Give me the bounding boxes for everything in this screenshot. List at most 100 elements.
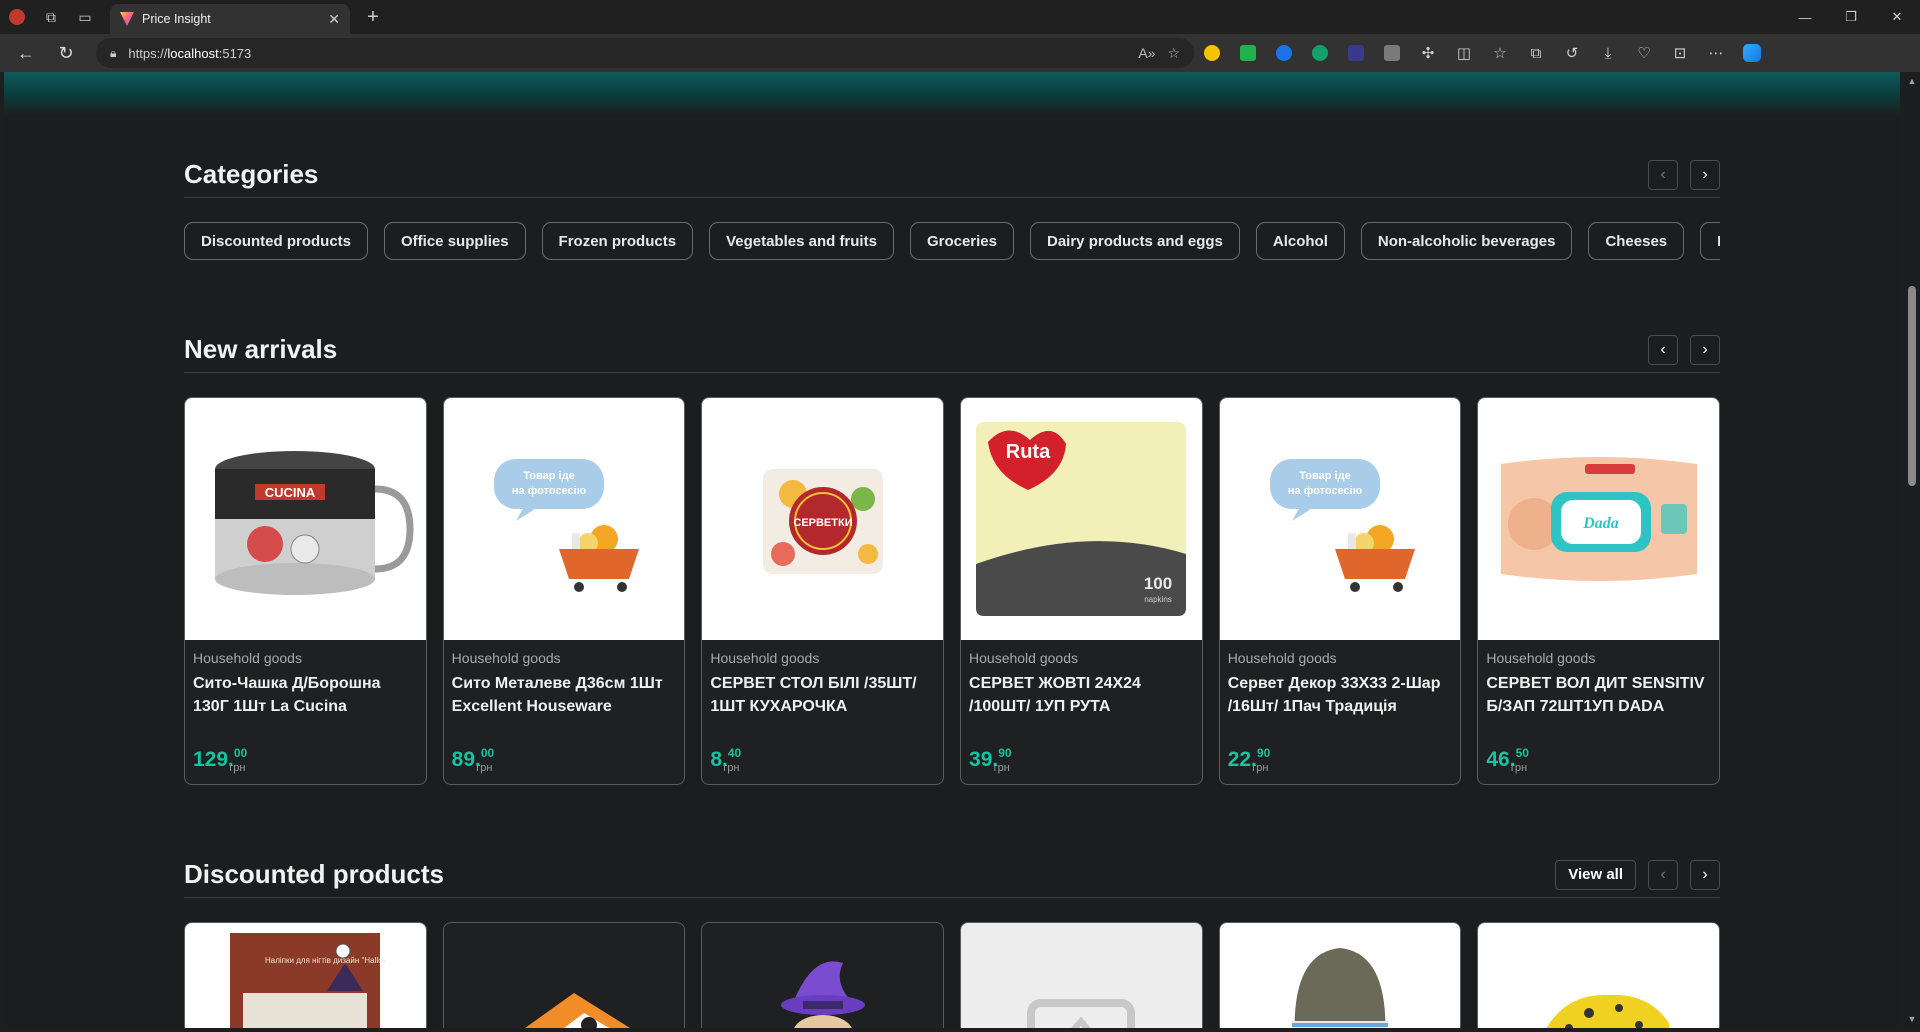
- hero-banner-edge: [4, 72, 1900, 116]
- discounted-prev-button[interactable]: ‹: [1648, 859, 1678, 890]
- categories-next-button[interactable]: ›: [1690, 159, 1720, 190]
- extension-2-icon[interactable]: [1230, 37, 1266, 69]
- ruta-napkins-image: Ruta 100 napkins: [976, 422, 1187, 616]
- favorites-icon[interactable]: ☆: [1482, 37, 1518, 69]
- category-chip[interactable]: Groceries: [909, 222, 1014, 260]
- placeholder-line-2: на фотосесію: [1288, 485, 1362, 497]
- url-text[interactable]: https://localhost:5173: [128, 46, 1126, 61]
- product-name[interactable]: СЕРВЕТ СТОЛ БІЛІ /35ШТ/ 1ШТ КУХАРОЧКА: [710, 672, 935, 718]
- categories-title: Categories: [184, 159, 319, 189]
- collections-icon[interactable]: ⧉: [1518, 37, 1554, 69]
- extension-3-icon[interactable]: [1266, 37, 1302, 69]
- product-card[interactable]: CUCINA Household goods Сито-Чашка Д/Боро…: [184, 397, 427, 785]
- ruta-count-label: 100: [1144, 574, 1172, 593]
- split-screen-icon[interactable]: ◫: [1446, 37, 1482, 69]
- address-bar[interactable]: 🔒︎ https://localhost:5173 A» ☆: [96, 38, 1194, 68]
- close-tab-icon[interactable]: ✕: [328, 11, 340, 28]
- scroll-down-icon[interactable]: ▼: [1907, 1014, 1917, 1024]
- product-image: СЕРВЕТКИ: [702, 398, 944, 640]
- product-card[interactable]: [701, 922, 945, 1028]
- new-arrivals-prev-button[interactable]: ‹: [1648, 334, 1678, 365]
- more-icon[interactable]: ⋯: [1698, 37, 1734, 69]
- product-name[interactable]: СЕРВЕТ ВОЛ ДИТ SENSITIV Б/ЗАП 72ШТ1УП DA…: [1486, 672, 1711, 718]
- new-arrivals-next-button[interactable]: ›: [1690, 334, 1720, 365]
- favorite-star-icon[interactable]: ☆: [1167, 45, 1180, 62]
- tab-title: Price Insight: [142, 12, 211, 26]
- extension-5-icon[interactable]: [1338, 37, 1374, 69]
- product-name[interactable]: СЕРВЕТ ЖОВТІ 24Х24 /100ШТ/ 1УП РУТА: [969, 672, 1194, 718]
- browser-tab[interactable]: Price Insight ✕: [110, 4, 350, 34]
- knit-hat-image: [1292, 948, 1389, 1028]
- category-chip[interactable]: Vegetables and fruits: [709, 222, 894, 260]
- category-chip[interactable]: Office supplies: [384, 222, 526, 260]
- history-icon[interactable]: ↺: [1554, 37, 1590, 69]
- scrollbar-thumb[interactable]: [1908, 286, 1916, 486]
- categories-prev-button[interactable]: ‹: [1648, 159, 1678, 190]
- close-window-icon[interactable]: ✕: [1874, 0, 1920, 34]
- product-card[interactable]: [442, 922, 686, 1028]
- discounted-cards: Наліпки для нігтів дизайн "Halloween": [184, 922, 1721, 1028]
- view-all-button[interactable]: View all: [1555, 859, 1636, 890]
- product-card[interactable]: СЕРВЕТКИ Household goods СЕРВЕТ СТОЛ БІЛ…: [701, 397, 945, 785]
- category-chip[interactable]: Dairy products and eggs: [1030, 222, 1240, 260]
- product-category: Household goods: [969, 650, 1078, 666]
- product-card[interactable]: Товар іде на фотосесію Household goods С…: [442, 397, 686, 785]
- category-chip[interactable]: Cheeses: [1588, 222, 1685, 260]
- product-card[interactable]: Dada Household goods СЕРВЕТ ВОЛ ДИТ SENS…: [1477, 397, 1721, 785]
- categories-nav: ‹ ›: [1648, 159, 1720, 190]
- ruta-unit-label: napkins: [1145, 595, 1173, 604]
- new-tab-button[interactable]: +: [356, 2, 390, 32]
- wet-wipes-image: Dada: [1500, 457, 1697, 581]
- extension-4-icon[interactable]: [1302, 37, 1338, 69]
- category-chip[interactable]: Non-alcoholic beverages: [1360, 222, 1573, 260]
- tab-actions-icon[interactable]: ▭: [68, 0, 102, 34]
- extensions-icon[interactable]: ✣: [1410, 37, 1446, 69]
- refresh-icon[interactable]: ↻: [46, 37, 86, 69]
- workspaces-icon[interactable]: ⧉: [34, 0, 68, 34]
- category-chip[interactable]: Discounted products: [184, 222, 369, 260]
- site-favicon-icon: [120, 12, 134, 26]
- new-arrivals-section: New arrivals ‹ › CUCINA Household goods …: [184, 327, 1721, 785]
- read-aloud-icon[interactable]: A»: [1138, 45, 1155, 61]
- new-arrivals-cards: CUCINA Household goods Сито-Чашка Д/Боро…: [184, 397, 1721, 785]
- product-name[interactable]: Сито-Чашка Д/Борошна 130Г 1Шт La Cucina: [193, 672, 418, 718]
- new-arrivals-title: New arrivals: [184, 334, 338, 364]
- downloads-icon[interactable]: ⤓: [1590, 37, 1626, 69]
- restore-icon[interactable]: ❐: [1828, 0, 1874, 34]
- sieve-cup-image: CUCINA: [215, 451, 414, 595]
- profile-icon[interactable]: [0, 0, 34, 34]
- performance-icon[interactable]: ♡: [1626, 37, 1662, 69]
- product-price: 89. 00 грн: [452, 746, 677, 774]
- product-name[interactable]: Сервет Декор 33Х33 2-Шар /16Шт/ 1Пач Тра…: [1228, 672, 1453, 718]
- witch-hat-figure-image: [780, 961, 865, 1028]
- product-card[interactable]: Товар іде на фотосесію Household goods С…: [1218, 397, 1462, 785]
- product-card[interactable]: Наліпки для нігтів дизайн "Halloween": [184, 922, 427, 1028]
- category-chip[interactable]: Frozen products: [541, 222, 694, 260]
- product-image: Dada: [1478, 398, 1720, 640]
- extension-6-icon[interactable]: [1374, 37, 1410, 69]
- discounted-next-button[interactable]: ›: [1690, 859, 1720, 890]
- product-name[interactable]: Сито Металеве Д36см 1Шт Excellent Housew…: [452, 672, 677, 718]
- price-integer: 129.: [193, 748, 234, 771]
- product-card[interactable]: [960, 922, 1203, 1028]
- category-chip[interactable]: Me: [1700, 222, 1720, 260]
- product-image: CUCINA: [185, 398, 426, 640]
- back-icon[interactable]: ←: [6, 37, 46, 69]
- scroll-up-icon[interactable]: ▲: [1907, 76, 1917, 86]
- screenshot-icon[interactable]: ⊡: [1662, 37, 1698, 69]
- minimize-icon[interactable]: —: [1782, 0, 1828, 34]
- product-category: Household goods: [193, 650, 302, 666]
- price-decimal: 50: [1515, 746, 1529, 760]
- category-chip[interactable]: Alcohol: [1255, 222, 1345, 260]
- product-card[interactable]: [1477, 922, 1721, 1028]
- page-scrollbar[interactable]: ▲ ▼: [1904, 72, 1920, 1028]
- new-arrivals-header: New arrivals ‹ ›: [184, 327, 1720, 373]
- discounted-section: Discounted products View all ‹ › Наліпки…: [184, 852, 1721, 1028]
- product-card[interactable]: [1218, 922, 1462, 1028]
- placeholder-line-2: на фотосесію: [512, 485, 586, 497]
- extension-1-icon[interactable]: [1194, 37, 1230, 69]
- product-card[interactable]: Ruta 100 napkins Household goods СЕРВЕТ …: [960, 397, 1203, 785]
- napkins-pack-image: СЕРВЕТКИ: [762, 469, 883, 574]
- price-decimal: 90: [998, 746, 1012, 760]
- copilot-icon[interactable]: [1734, 37, 1770, 69]
